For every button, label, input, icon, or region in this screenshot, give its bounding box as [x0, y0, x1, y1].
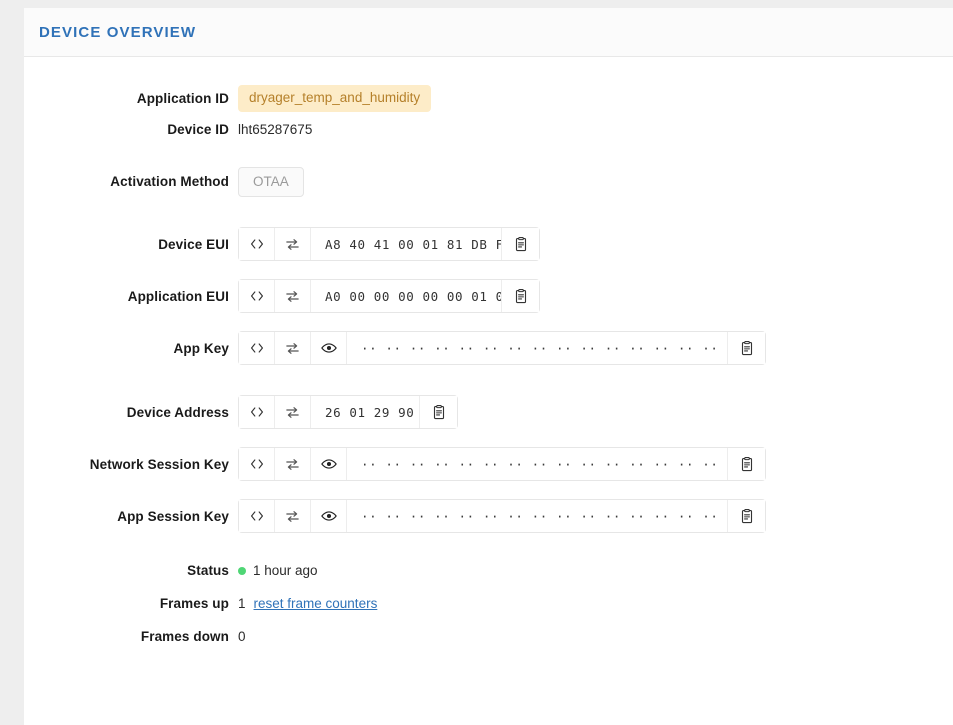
swap-icon[interactable]: [275, 396, 311, 428]
code-icon[interactable]: [239, 396, 275, 428]
page-root: Device Overview Application ID dryager_t…: [0, 0, 953, 725]
row-device-address: Device Address 26 01 29 90: [24, 395, 953, 429]
row-device-eui: Device EUI A8 40 41 00 01 81 DB FB: [24, 227, 953, 261]
clipboard-copy-icon[interactable]: [727, 332, 765, 364]
frames-up-value: 1: [238, 596, 246, 611]
app-session-key-value[interactable]: ·· ·· ·· ·· ·· ·· ·· ·· ·· ·· ·· ·· ·· ·…: [361, 509, 743, 524]
status-value: 1 hour ago: [253, 563, 318, 578]
label-device-address: Device Address: [126, 404, 229, 420]
label-application-id: Application ID: [136, 90, 229, 106]
swap-icon[interactable]: [275, 280, 311, 312]
clipboard-copy-icon[interactable]: [419, 396, 457, 428]
activation-method-badge: OTAA: [238, 166, 304, 197]
status-indicator-dot: [238, 566, 246, 575]
row-app-key: App Key ·· ·· ·· ·· ·· ·· ·· ·· ·· ·· ··…: [24, 331, 953, 365]
clipboard-copy-icon[interactable]: [727, 500, 765, 532]
app-key-input-group: ·· ·· ·· ·· ·· ·· ·· ·· ·· ·· ·· ·· ·· ·…: [238, 331, 766, 365]
eye-icon[interactable]: [311, 332, 347, 364]
code-icon[interactable]: [239, 448, 275, 480]
clipboard-copy-icon[interactable]: [501, 280, 539, 312]
label-device-eui: Device EUI: [158, 236, 229, 252]
row-application-id: Application ID dryager_temp_and_humidity: [24, 85, 953, 112]
row-frames-up: Frames up 1 reset frame counters: [24, 596, 953, 611]
eye-icon[interactable]: [311, 448, 347, 480]
code-icon[interactable]: [239, 500, 275, 532]
device-eui-input-group: A8 40 41 00 01 81 DB FB: [238, 227, 540, 261]
label-app-key: App Key: [173, 340, 229, 356]
clipboard-copy-icon[interactable]: [501, 228, 539, 260]
app-key-value[interactable]: ·· ·· ·· ·· ·· ·· ·· ·· ·· ·· ·· ·· ·· ·…: [361, 341, 743, 356]
application-eui-value[interactable]: A0 00 00 00 00 00 01 00: [311, 280, 511, 312]
swap-icon[interactable]: [275, 500, 311, 532]
card-header: Device Overview: [24, 8, 953, 57]
swap-icon[interactable]: [275, 332, 311, 364]
clipboard-copy-icon[interactable]: [727, 448, 765, 480]
label-status: Status: [187, 563, 229, 578]
label-activation-method: Activation Method: [110, 174, 229, 190]
application-eui-input-group: A0 00 00 00 00 00 01 00: [238, 279, 540, 313]
device-address-value[interactable]: 26 01 29 90: [311, 396, 419, 428]
label-frames-up: Frames up: [159, 596, 229, 611]
row-device-id: Device ID lht65287675: [24, 122, 953, 137]
eye-icon[interactable]: [311, 500, 347, 532]
device-address-input-group: 26 01 29 90: [238, 395, 458, 429]
device-eui-value[interactable]: A8 40 41 00 01 81 DB FB: [311, 228, 511, 260]
code-icon[interactable]: [239, 228, 275, 260]
label-app-session-key: App Session Key: [117, 508, 229, 524]
device-id-value: lht65287675: [238, 121, 313, 137]
swap-icon[interactable]: [275, 228, 311, 260]
row-activation-method: Activation Method OTAA: [24, 166, 953, 197]
row-app-session-key: App Session Key ·· ·· ·· ·· ·· ·· ·· ·· …: [24, 499, 953, 533]
code-icon[interactable]: [239, 280, 275, 312]
row-network-session-key: Network Session Key ·· ·· ·· ·· ·· ·· ··…: [24, 447, 953, 481]
network-session-key-value[interactable]: ·· ·· ·· ·· ·· ·· ·· ·· ·· ·· ·· ·· ·· ·…: [361, 457, 743, 472]
code-icon[interactable]: [239, 332, 275, 364]
label-application-eui: Application EUI: [127, 288, 229, 304]
row-frames-down: Frames down 0: [24, 629, 953, 644]
swap-icon[interactable]: [275, 448, 311, 480]
frames-down-value: 0: [238, 629, 246, 644]
label-network-session-key: Network Session Key: [89, 456, 229, 472]
app-session-key-input-group: ·· ·· ·· ·· ·· ·· ·· ·· ·· ·· ·· ·· ·· ·…: [238, 499, 766, 533]
label-frames-down: Frames down: [140, 629, 229, 644]
device-overview-card: Device Overview Application ID dryager_t…: [24, 8, 953, 725]
row-application-eui: Application EUI A0 00 00 00 00 00 01 00: [24, 279, 953, 313]
label-device-id: Device ID: [167, 121, 229, 137]
card-body: Application ID dryager_temp_and_humidity…: [24, 57, 953, 644]
application-id-badge: dryager_temp_and_humidity: [238, 85, 432, 112]
network-session-key-input-group: ·· ·· ·· ·· ·· ·· ·· ·· ·· ·· ·· ·· ·· ·…: [238, 447, 766, 481]
page-title: Device Overview: [39, 23, 197, 41]
reset-frame-counters-link[interactable]: reset frame counters: [254, 596, 378, 611]
row-status: Status 1 hour ago: [24, 563, 953, 578]
